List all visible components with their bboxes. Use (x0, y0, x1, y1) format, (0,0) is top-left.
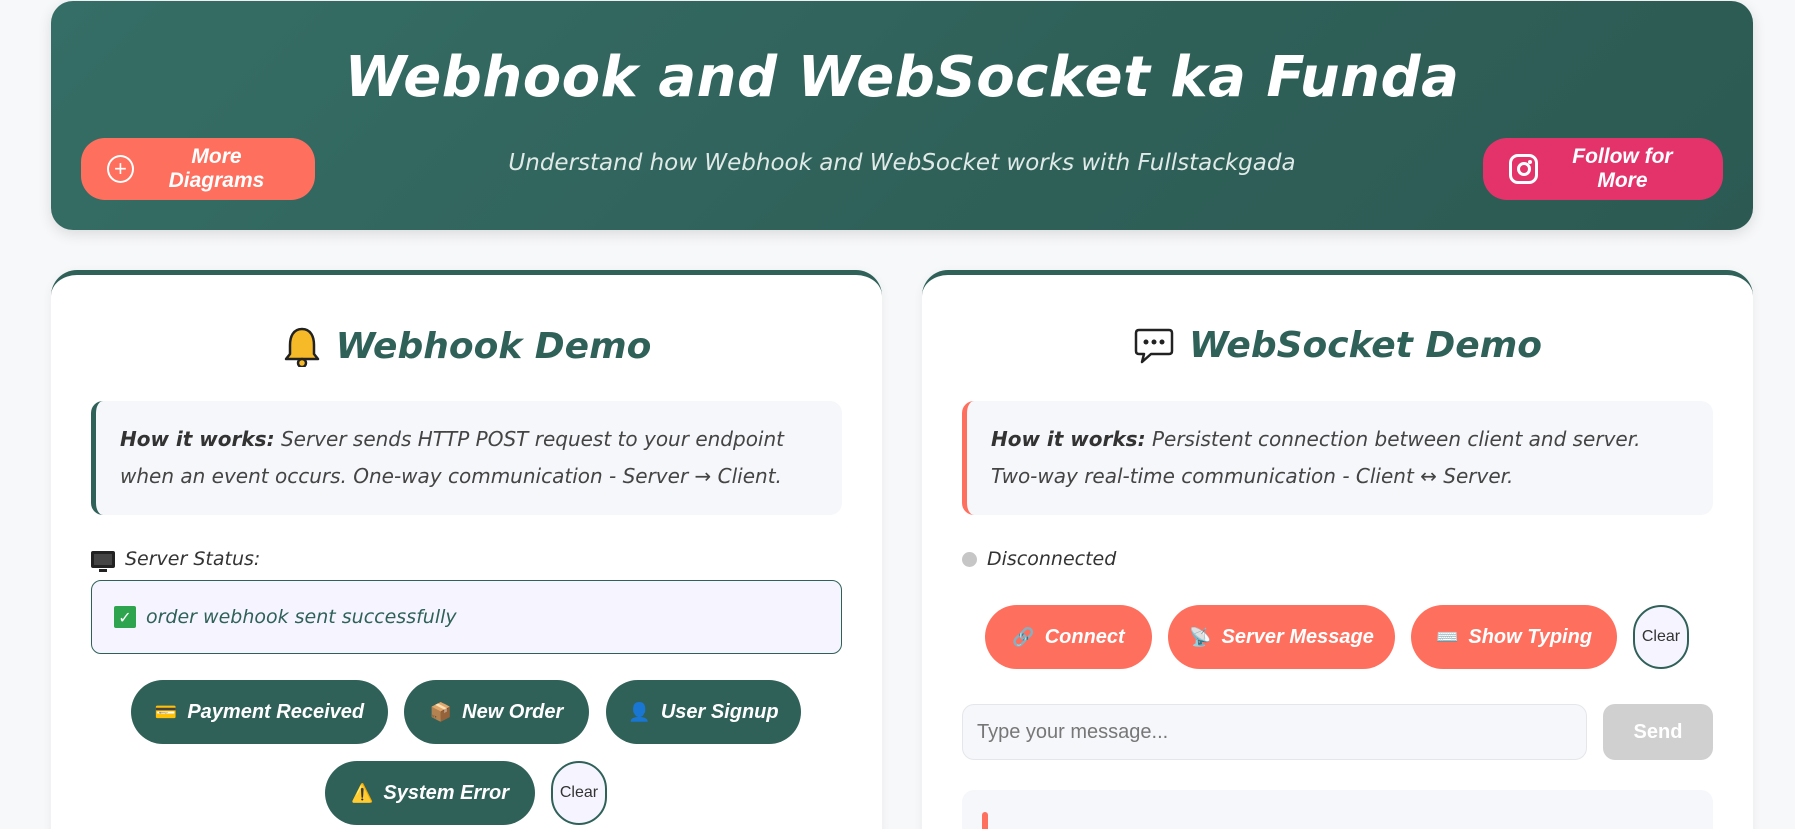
websocket-clear-button[interactable]: Clear (1633, 605, 1689, 669)
monitor-icon (91, 550, 115, 572)
server-status-label: Server Status: (125, 548, 261, 570)
webhook-title-text: Webhook Demo (335, 325, 652, 367)
webhook-title: Webhook Demo (51, 325, 882, 367)
send-button[interactable]: Send (1603, 704, 1713, 760)
message-log (962, 790, 1713, 829)
keyboard-icon: ⌨️ (1435, 626, 1459, 647)
warning-icon: ⚠️ (350, 782, 374, 803)
connect-button[interactable]: 🔗 Connect (985, 605, 1152, 669)
system-error-label: System Error (383, 781, 510, 804)
show-typing-label: Show Typing (1468, 625, 1593, 648)
webhook-info-box: How it works: Server sends HTTP POST req… (91, 401, 842, 515)
payment-received-button[interactable]: 💳 Payment Received (131, 680, 388, 744)
websocket-info-box: How it works: Persistent connection betw… (962, 401, 1713, 515)
websocket-title: WebSocket Demo (922, 325, 1753, 366)
chat-bubble-icon (1134, 328, 1174, 363)
new-order-label: New Order (462, 700, 564, 723)
new-order-button[interactable]: 📦 New Order (404, 680, 589, 744)
server-status-box: ✓ order webhook sent successfully (91, 580, 842, 654)
satellite-dish-icon: 📡 (1189, 626, 1212, 647)
webhook-clear-button[interactable]: Clear (551, 761, 607, 825)
page-title: Webhook and WebSocket ka Funda (344, 45, 1460, 110)
link-icon: 🔗 (1012, 626, 1035, 647)
system-error-button[interactable]: ⚠️ System Error (325, 761, 535, 825)
connection-status-row: Disconnected (962, 548, 1116, 570)
server-message-label: Server Message (1221, 625, 1374, 648)
package-icon: 📦 (429, 701, 453, 722)
bell-icon (284, 327, 319, 367)
connect-label: Connect (1044, 625, 1125, 648)
plus-circle-icon: + (107, 155, 134, 183)
follow-button[interactable]: Follow for More (1483, 138, 1723, 200)
server-message-button[interactable]: 📡 Server Message (1168, 605, 1395, 669)
server-status-row: Server Status: (91, 548, 261, 572)
check-mark-icon: ✓ (114, 606, 136, 628)
user-signup-button[interactable]: 👤 User Signup (606, 680, 801, 744)
websocket-title-text: WebSocket Demo (1189, 325, 1542, 366)
websocket-panel: WebSocket Demo How it works: Persistent … (922, 270, 1753, 829)
payment-received-label: Payment Received (187, 700, 365, 723)
follow-label: Follow for More (1572, 145, 1673, 192)
user-signup-label: User Signup (660, 700, 779, 723)
more-diagrams-label: More Diagrams (168, 145, 265, 192)
more-diagrams-button[interactable]: + More Diagrams (81, 138, 315, 200)
status-dot-icon (962, 551, 977, 567)
connection-status: Disconnected (987, 548, 1117, 570)
credit-card-icon: 💳 (154, 701, 178, 722)
message-input[interactable] (962, 704, 1587, 760)
websocket-info-label: How it works: (991, 427, 1146, 451)
user-icon: 👤 (628, 701, 651, 722)
server-status-value: order webhook sent successfully (146, 606, 457, 628)
instagram-icon (1509, 154, 1538, 184)
show-typing-button[interactable]: ⌨️ Show Typing (1411, 605, 1617, 669)
webhook-info-label: How it works: (120, 427, 275, 451)
webhook-panel: Webhook Demo How it works: Server sends … (51, 270, 882, 829)
